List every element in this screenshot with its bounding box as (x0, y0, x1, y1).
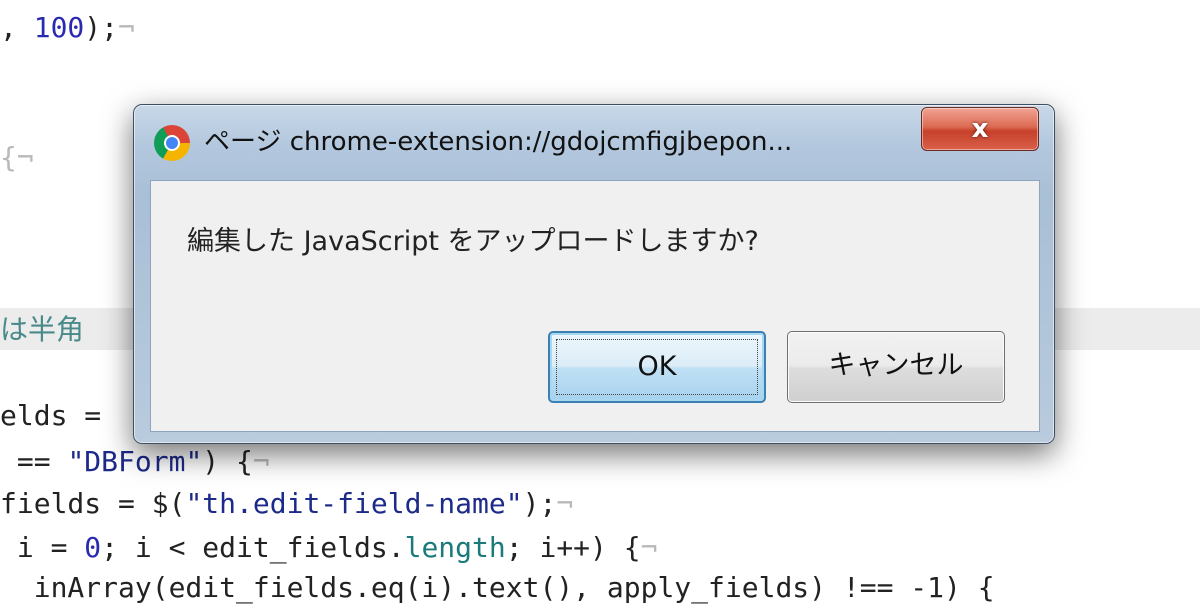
code-token: ; i++) { (505, 531, 641, 564)
confirm-dialog: ページ chrome-extension://gdojcmfigjbepon..… (133, 104, 1055, 444)
code-line: == "DBForm") {¬ (0, 440, 270, 484)
code-token: ¬ (252, 445, 270, 478)
code-token: ); (522, 487, 557, 520)
code-token: , (0, 11, 34, 44)
code-token: ¬ (118, 11, 135, 44)
code-line: {¬ (0, 136, 34, 180)
code-token: "th.edit-field-name" (185, 487, 523, 520)
code-line: elds = (0, 394, 118, 438)
code-line: fields = $("th.edit-field-name");¬ (0, 482, 573, 526)
code-token: elds = (0, 399, 119, 432)
code-line: inArray(edit_fields.eq(i).text(), apply_… (0, 566, 995, 610)
code-line: は半角 (0, 308, 84, 352)
code-token: は半角 (0, 313, 85, 346)
code-token: { (0, 141, 17, 174)
code-token: ; i < edit_fields. (101, 531, 405, 564)
code-token: ); (84, 11, 119, 44)
close-button[interactable]: x (921, 107, 1039, 151)
code-token: ¬ (556, 487, 574, 520)
code-token: i = (0, 531, 85, 564)
code-line: , 100);¬ (0, 6, 135, 50)
code-token: "DBForm" (67, 445, 203, 478)
dialog-title: ページ chrome-extension://gdojcmfigjbepon..… (204, 127, 793, 157)
code-line: i = 0; i < edit_fields.length; i++) {¬ (0, 526, 658, 570)
code-token: inArray(edit_fields.eq(i).text(), apply_… (0, 571, 995, 604)
chrome-icon (154, 125, 190, 161)
code-token: 0 (84, 531, 102, 564)
code-token: == (0, 445, 68, 478)
dialog-content: 編集した JavaScript をアップロードしますか? OK キャンセル (150, 180, 1040, 432)
close-icon: x (971, 114, 989, 144)
code-token: ¬ (16, 141, 34, 174)
ok-button[interactable]: OK (548, 331, 766, 403)
code-token: ¬ (640, 531, 658, 564)
dialog-message: 編集した JavaScript をアップロードしますか? (187, 226, 759, 257)
cancel-button[interactable]: キャンセル (787, 331, 1005, 403)
code-token: fields = $( (0, 487, 186, 520)
code-token: 100 (33, 11, 85, 44)
code-token: ) { (202, 445, 253, 478)
code-token: length (404, 531, 506, 564)
